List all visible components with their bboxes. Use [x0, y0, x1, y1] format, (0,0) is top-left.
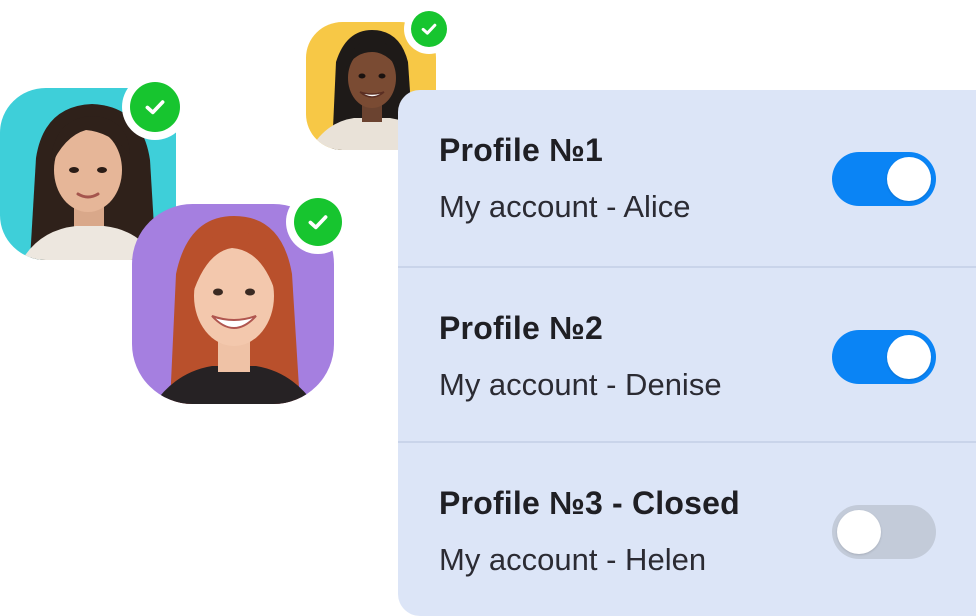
verified-badge-alice — [122, 74, 188, 140]
profile-subtitle: My account - Denise — [439, 367, 722, 402]
toggle-knob — [887, 335, 931, 379]
profile-list-panel: Profile №1 My account - Alice Profile №2… — [398, 90, 976, 616]
profile-title: Profile №1 — [439, 132, 603, 168]
profile-title: Profile №2 — [439, 310, 603, 346]
toggle-knob — [887, 157, 931, 201]
check-circle-icon — [411, 11, 447, 47]
profile-3-toggle[interactable] — [832, 505, 936, 559]
toggle-knob — [837, 510, 881, 554]
verified-badge-denise — [404, 4, 454, 54]
profile-row-2[interactable]: Profile №2 My account - Denise — [398, 266, 976, 441]
profile-switcher-illustration: Profile №1 My account - Alice Profile №2… — [0, 0, 976, 616]
profile-1-toggle[interactable] — [832, 152, 936, 206]
profile-subtitle: My account - Helen — [439, 542, 707, 577]
profile-row-3[interactable]: Profile №3 - Closed My account - Helen — [398, 441, 976, 616]
verified-badge-helen — [286, 190, 350, 254]
check-circle-icon — [294, 198, 342, 246]
profile-title: Profile №3 - Closed — [439, 485, 740, 521]
profile-2-toggle[interactable] — [832, 330, 936, 384]
profile-row-1[interactable]: Profile №1 My account - Alice — [398, 90, 976, 266]
profile-subtitle: My account - Alice — [439, 189, 691, 224]
check-circle-icon — [130, 82, 180, 132]
